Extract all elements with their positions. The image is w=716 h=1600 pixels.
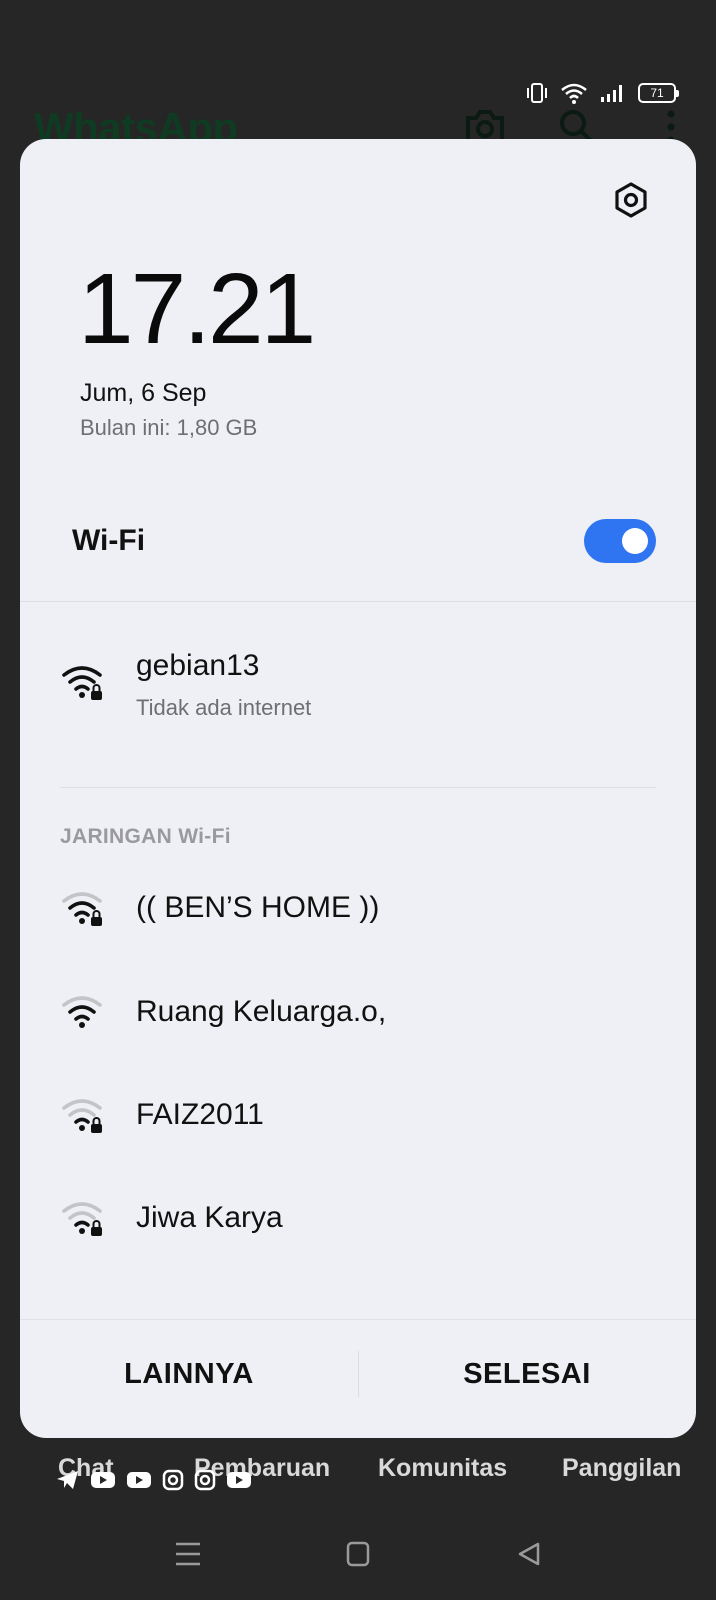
data-usage-label: Bulan ini: 1,80 GB <box>80 415 258 440</box>
menu-nav-icon[interactable] <box>174 1541 202 1567</box>
vibrate-icon <box>527 83 547 103</box>
youtube-icon <box>127 1472 151 1488</box>
system-navigation-bar <box>0 1535 716 1575</box>
network-row[interactable]: (( BEN’S HOME )) <box>20 867 696 947</box>
wifi-title: Wi-Fi <box>72 524 146 557</box>
divider <box>20 1319 696 1320</box>
wifi-toggle[interactable] <box>584 519 656 563</box>
connected-network-row[interactable]: gebian13 Tidak ada internet <box>20 639 696 720</box>
wifi-status-icon <box>561 83 587 104</box>
home-nav-icon[interactable] <box>346 1541 370 1567</box>
telegram-icon <box>57 1471 78 1489</box>
wifi-lock-icon <box>62 1099 102 1133</box>
more-button[interactable]: LAINNYA <box>20 1339 358 1409</box>
network-row[interactable]: Ruang Keluarga.o, <box>20 971 696 1051</box>
toggle-knob <box>622 528 648 554</box>
network-name: FAIZ2011 <box>136 1098 264 1131</box>
battery-icon: 71 <box>638 83 679 103</box>
settings-gear-icon[interactable] <box>612 181 650 219</box>
social-icons-row <box>56 1469 252 1491</box>
tab-calls: Panggilan <box>562 1454 682 1482</box>
wifi-lock-icon <box>62 666 102 700</box>
divider <box>60 787 656 788</box>
tab-communities: Komunitas <box>378 1454 508 1482</box>
wifi-quick-panel-dialog: 17.21 Jum, 6 Sep Bulan ini: 1,80 GB Wi-F… <box>20 139 696 1438</box>
back-nav-icon[interactable] <box>516 1541 542 1567</box>
wifi-networks-section-header: JARINGAN Wi-Fi <box>60 825 231 848</box>
instagram-icon <box>194 1469 216 1491</box>
connected-network-name: gebian13 <box>136 649 260 682</box>
signal-icon <box>601 85 622 102</box>
date-label: Jum, 6 Sep <box>80 379 207 407</box>
clock-time: 17.21 <box>78 253 316 365</box>
youtube-icon <box>227 1472 251 1488</box>
done-button[interactable]: SELESAI <box>358 1339 696 1409</box>
wifi-icon <box>62 996 102 1028</box>
network-row[interactable]: FAIZ2011 <box>20 1074 696 1154</box>
network-name: Ruang Keluarga.o, <box>136 995 387 1028</box>
divider <box>20 601 696 602</box>
wifi-lock-icon <box>62 892 102 926</box>
status-bar: 71 <box>526 82 679 104</box>
youtube-icon <box>91 1472 115 1488</box>
network-name: Jiwa Karya <box>136 1201 283 1234</box>
network-name: (( BEN’S HOME )) <box>136 891 380 924</box>
wifi-lock-icon <box>62 1202 102 1236</box>
instagram-icon <box>162 1469 184 1491</box>
connected-network-status: Tidak ada internet <box>136 695 312 720</box>
network-row[interactable]: Jiwa Karya <box>20 1177 696 1257</box>
